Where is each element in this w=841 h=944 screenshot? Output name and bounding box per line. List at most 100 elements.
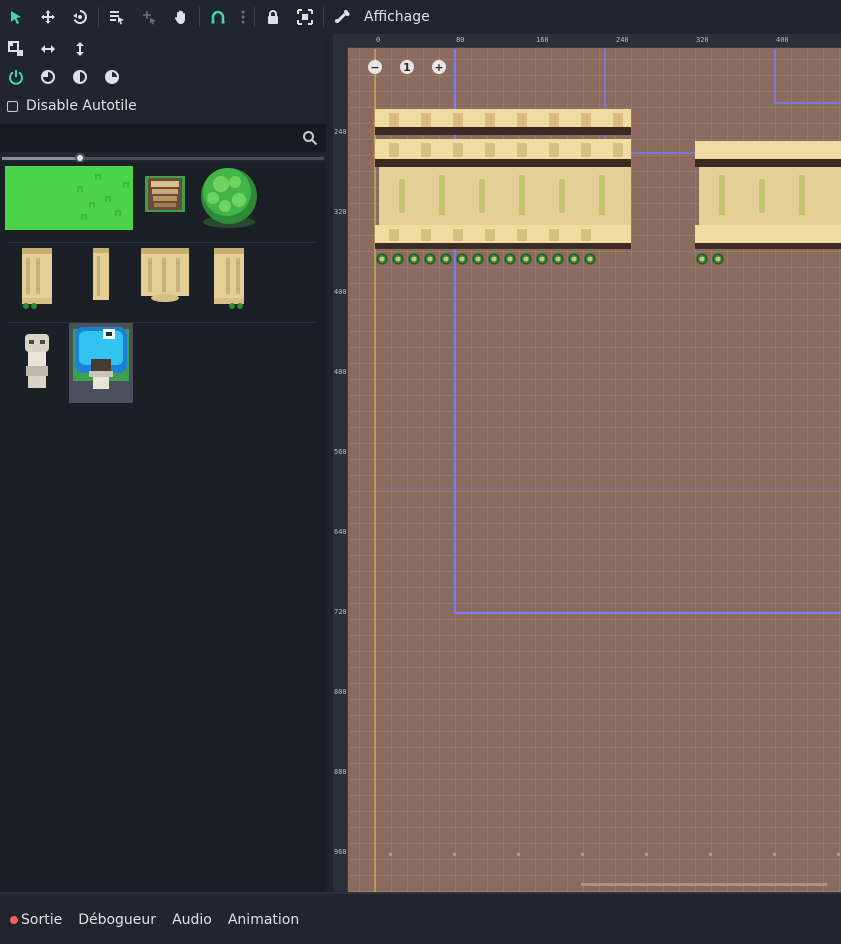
- skeleton-button[interactable]: [326, 0, 358, 34]
- pie-three-quarter-icon: [105, 70, 119, 84]
- kebab-menu-icon: [241, 10, 245, 24]
- lock-button[interactable]: [257, 0, 289, 34]
- ruler-tick-label: 960: [334, 848, 347, 856]
- move-icon: [41, 10, 55, 24]
- power-rotate-icon: [9, 70, 23, 85]
- tile-cliff-right[interactable]: [212, 246, 246, 310]
- tilemap-canvas[interactable]: − 1 +: [349, 49, 841, 892]
- tile-fountain-selected[interactable]: [69, 323, 133, 403]
- pie-half-icon: [73, 70, 87, 84]
- view-menu[interactable]: Affichage: [364, 9, 430, 25]
- ruler-tick-label: 800: [334, 688, 347, 696]
- flip-horizontal-button[interactable]: [32, 34, 64, 64]
- tilemap-panel: Disable Autotile: [0, 34, 326, 892]
- disable-autotile-label: Disable Autotile: [26, 98, 137, 114]
- cliff-narrow-tile-image: [93, 248, 109, 300]
- ruler-tick-label: 400: [776, 36, 789, 44]
- cliff-block-left: [375, 109, 631, 249]
- tab-animation[interactable]: Animation: [228, 912, 299, 928]
- ruler-tick-label: 560: [334, 448, 347, 456]
- tab-debugger-label: Débogueur: [78, 912, 157, 928]
- bush-tile-image: [201, 168, 257, 228]
- rotate-270-button[interactable]: [96, 62, 128, 92]
- zoom-reset-label: 1: [400, 60, 414, 74]
- ruler-tick-label: 0: [376, 36, 381, 44]
- toolbar-separator: [254, 7, 255, 27]
- checkbox-box[interactable]: [7, 100, 18, 112]
- group-button[interactable]: [289, 0, 321, 34]
- tilemap-scene: [374, 49, 841, 892]
- ruler-tick-label: 640: [334, 528, 347, 536]
- ruler-tick-label: 720: [334, 608, 347, 616]
- arrow-cursor-icon: [11, 11, 21, 24]
- disable-autotile-checkbox[interactable]: Disable Autotile: [7, 96, 137, 116]
- ruler-tick-label: 240: [334, 128, 347, 136]
- horizontal-ruler: 0 80 160 240 320 400: [333, 34, 841, 48]
- tile-zoom-slider[interactable]: [0, 153, 326, 163]
- pie-quarter-icon: [41, 70, 55, 84]
- move-mode-button[interactable]: [32, 0, 64, 34]
- tab-output[interactable]: Sortie: [10, 912, 62, 928]
- tab-debugger[interactable]: Débogueur: [78, 912, 156, 928]
- error-indicator-icon: [10, 916, 18, 924]
- pivot-icon: [143, 11, 156, 25]
- tile-bush[interactable]: [197, 166, 261, 230]
- toolbar-separator: [199, 7, 200, 27]
- bottom-tabs: Sortie Débogueur Audio Animation: [10, 912, 299, 928]
- toolbar-separator: [98, 7, 99, 27]
- grass-tile-image: [5, 166, 133, 230]
- tile-stairs[interactable]: [145, 176, 185, 212]
- tile-cliff-wide[interactable]: [140, 246, 190, 304]
- snap-magnet-icon: [211, 10, 225, 24]
- arrow-horizontal-icon: [41, 45, 55, 53]
- hand-icon: [174, 10, 185, 24]
- ruler-corner: [333, 34, 348, 48]
- rotate-0-button[interactable]: [0, 62, 32, 92]
- tile-statue[interactable]: [22, 332, 52, 390]
- tab-audio[interactable]: Audio: [172, 912, 212, 928]
- slider-fill: [2, 157, 80, 160]
- zoom-reset-button[interactable]: 1: [391, 58, 423, 76]
- rotate-180-button[interactable]: [64, 62, 96, 92]
- canvas-viewport[interactable]: − 1 + 0 80 160 240 320 400 240 320 400 4…: [333, 34, 841, 892]
- rotation-row: [0, 62, 128, 92]
- tile-cliff-narrow[interactable]: [92, 246, 110, 302]
- tile-cliff-left[interactable]: [20, 246, 54, 310]
- tab-output-label: Sortie: [21, 912, 63, 928]
- ruler-tick-label: 880: [334, 768, 347, 776]
- ruler-tick-label: 320: [696, 36, 709, 44]
- flip-vertical-button[interactable]: [64, 34, 96, 64]
- tile-grass[interactable]: [5, 166, 133, 230]
- fountain-tile-image: [73, 327, 129, 389]
- tile-tools-row: [0, 34, 96, 64]
- toolbar-separator: [323, 7, 324, 27]
- select-mode-button[interactable]: [0, 0, 32, 34]
- snap-options-button[interactable]: [234, 0, 252, 34]
- ruler-tick-label: 320: [334, 208, 347, 216]
- tile-grid-icon: [8, 41, 23, 56]
- tile-group-divider: [8, 242, 316, 243]
- find-tile-button[interactable]: [0, 34, 32, 64]
- editor-toolbar: Affichage: [0, 0, 841, 34]
- cliff-wide-tile-image: [141, 248, 189, 302]
- rotate-icon: [73, 10, 87, 24]
- pan-mode-button[interactable]: [165, 0, 197, 34]
- cliff-left-tile-image: [22, 248, 52, 309]
- list-select-icon: [110, 11, 124, 25]
- minus-icon: −: [368, 60, 382, 74]
- cliff-right-tile-image: [214, 248, 244, 309]
- ruler-tick-label: 240: [616, 36, 629, 44]
- pivot-button[interactable]: [133, 0, 165, 34]
- plus-icon: +: [432, 60, 446, 74]
- tab-audio-label: Audio: [172, 912, 212, 928]
- rotate-mode-button[interactable]: [64, 0, 96, 34]
- tile-search-input[interactable]: [0, 124, 326, 152]
- list-select-button[interactable]: [101, 0, 133, 34]
- ruler-tick-label: 400: [334, 288, 347, 296]
- zoom-in-button[interactable]: +: [423, 58, 455, 76]
- smart-snap-button[interactable]: [202, 0, 234, 34]
- zoom-out-button[interactable]: −: [359, 58, 391, 76]
- rotate-90-button[interactable]: [32, 62, 64, 92]
- ruler-tick-label: 480: [334, 368, 347, 376]
- ruler-tick-label: 80: [456, 36, 465, 44]
